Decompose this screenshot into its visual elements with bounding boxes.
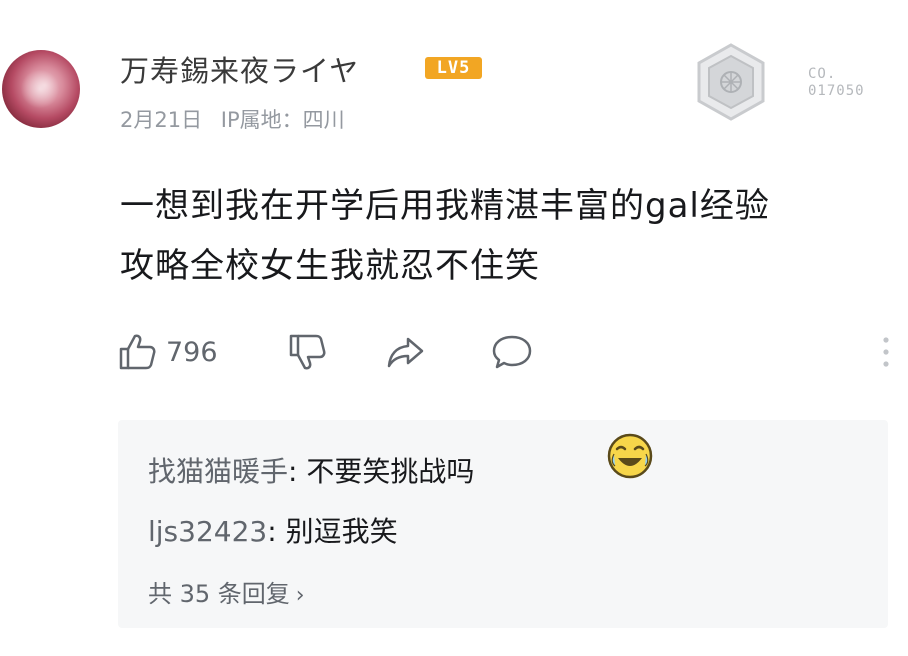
share-button[interactable]: [384, 330, 426, 374]
fan-medal-line1: CO.: [808, 66, 837, 82]
reply-text: 别逗我笑: [285, 515, 398, 548]
thumbs-up-icon: [119, 334, 156, 370]
like-count: 796: [166, 336, 218, 368]
username[interactable]: 万寿錫来夜ライヤ: [120, 48, 359, 90]
comment-actions: 796: [116, 330, 896, 374]
reply-colon: :: [288, 455, 307, 488]
reply-author[interactable]: ljs32423: [148, 515, 267, 548]
laughing-crying-emoji-icon: [607, 433, 653, 479]
ip-location: IP属地：四川: [220, 108, 345, 132]
comment-line-2: 攻略全校女生我就忍不住笑: [120, 246, 540, 286]
reply-item[interactable]: ljs32423: 别逗我笑: [148, 510, 398, 550]
more-vertical-icon[interactable]: [876, 332, 896, 372]
reply-preview[interactable]: 找猫猫暖手: 不要笑挑战吗 ljs32423: 别逗我笑 共 35 条回复 ›: [118, 420, 888, 628]
share-icon: [387, 337, 424, 368]
fan-medal-line2: 017050: [808, 83, 865, 99]
level-badge: LV5: [425, 57, 482, 79]
fan-medal-icon: [697, 43, 765, 121]
comment-line-1: 一想到我在开学后用我精湛丰富的gal经验: [120, 186, 770, 226]
like-button[interactable]: 796: [116, 330, 218, 374]
reply-text: 不要笑挑战吗: [306, 455, 475, 488]
reply-button[interactable]: [490, 330, 534, 374]
comment-meta: 2月21日 IP属地：四川: [120, 104, 345, 134]
fan-medal-number: CO. 017050: [808, 66, 898, 100]
dislike-button[interactable]: [286, 330, 328, 374]
reply-colon: :: [267, 515, 286, 548]
reply-author[interactable]: 找猫猫暖手: [148, 455, 288, 488]
comment-content: 一想到我在开学后用我精湛丰富的gal经验 攻略全校女生我就忍不住笑: [120, 176, 900, 296]
avatar[interactable]: [2, 50, 80, 128]
chevron-right-icon: ›: [295, 583, 305, 608]
view-all-replies-link[interactable]: 共 35 条回复 ›: [148, 574, 305, 609]
reply-item[interactable]: 找猫猫暖手: 不要笑挑战吗: [148, 450, 474, 490]
comment-icon: [492, 335, 532, 369]
comment-date: 2月21日: [120, 108, 203, 132]
thumbs-down-icon: [289, 334, 326, 370]
reply-total: 共 35 条回复: [148, 580, 290, 608]
